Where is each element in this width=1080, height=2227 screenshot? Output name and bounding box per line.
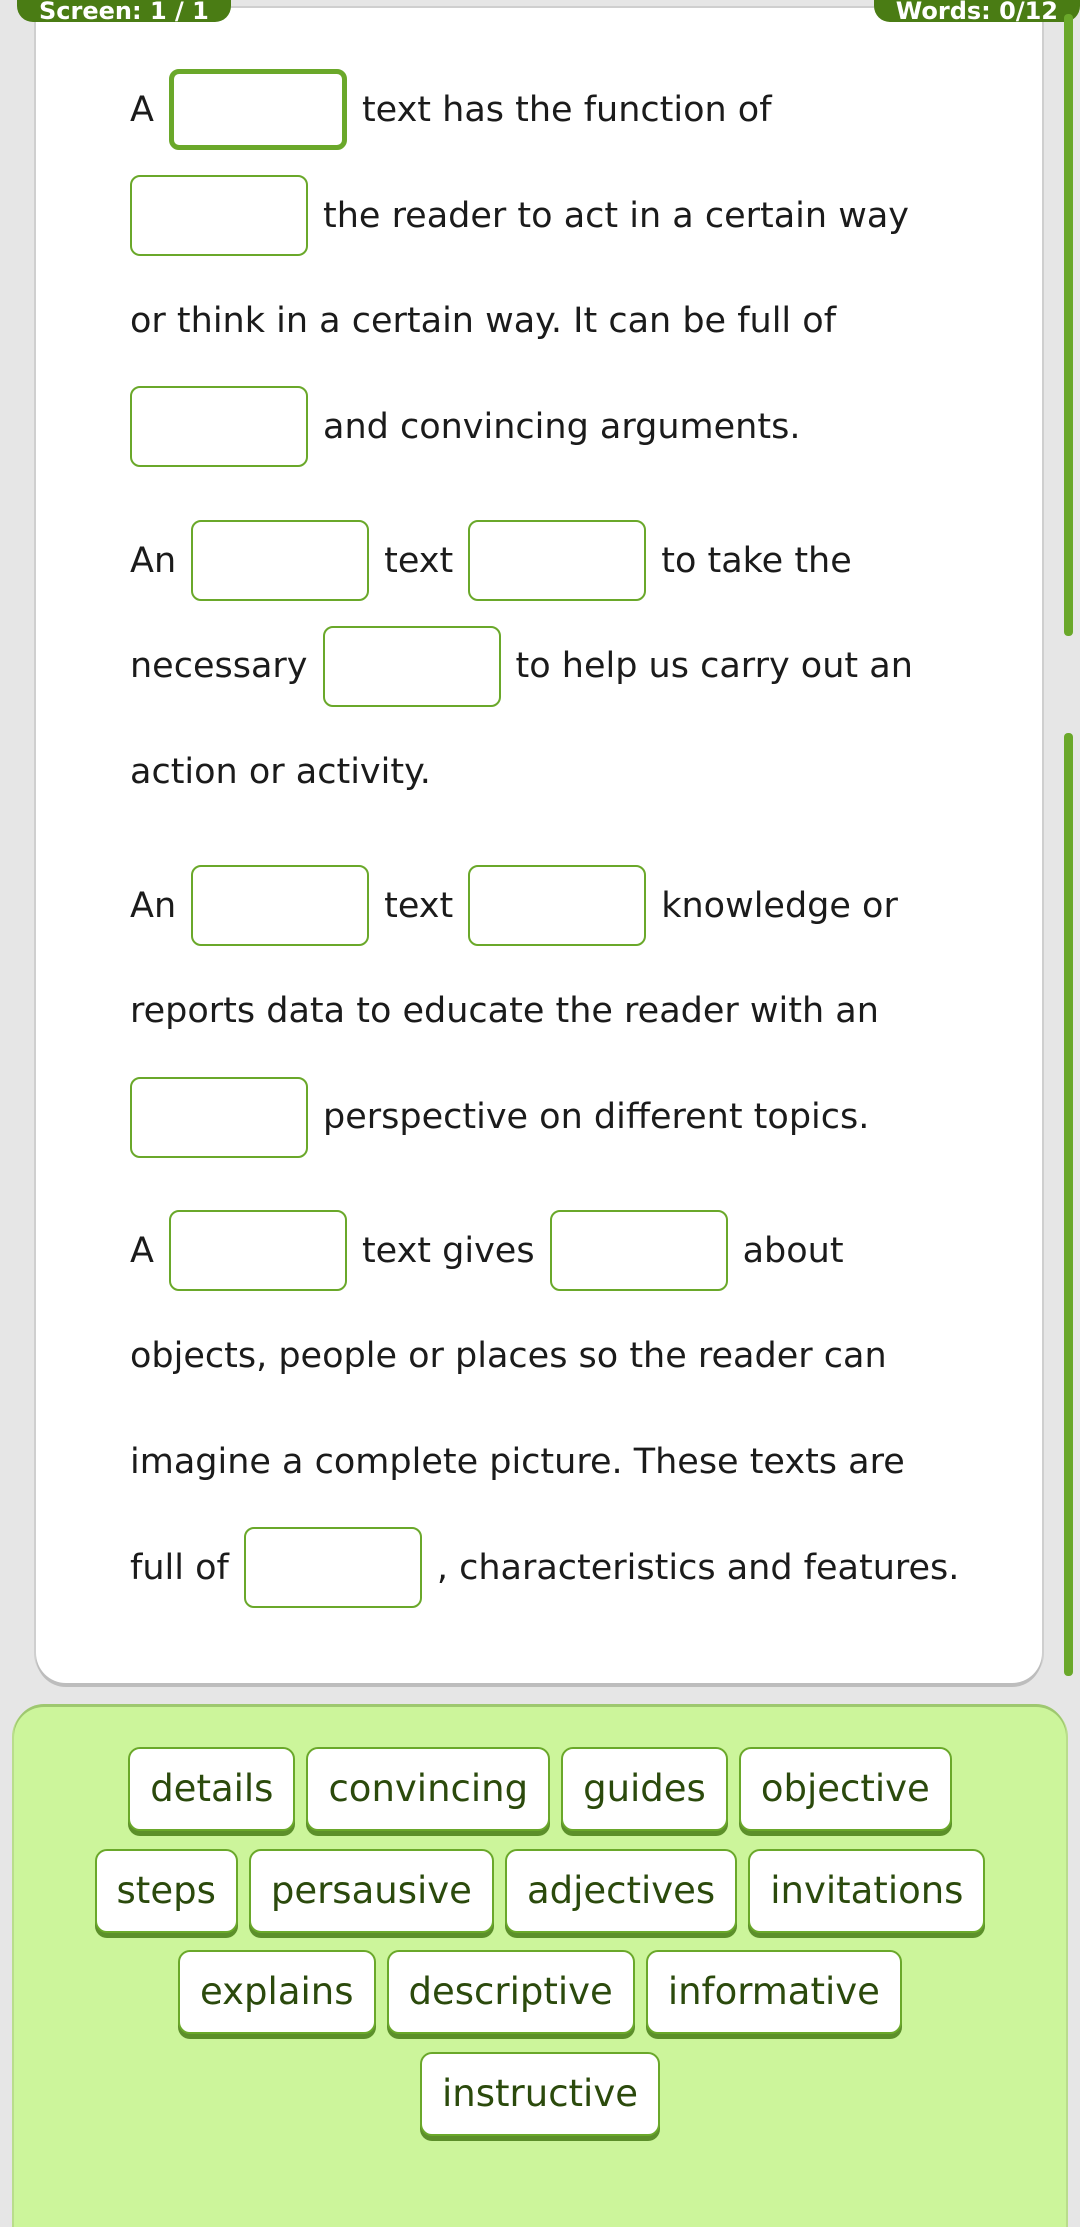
- passage-text-segment: text gives: [361, 1230, 535, 1271]
- passage-text-segment: to help us carry out an: [515, 646, 913, 687]
- passage-text-segment: A: [130, 89, 154, 130]
- passage-text-segment: An: [130, 540, 177, 581]
- passage-text-segment: to take the: [661, 540, 852, 581]
- answer-blank-active[interactable]: [168, 69, 347, 151]
- passage-text-segment: and convincing arguments.: [323, 406, 801, 447]
- answer-blank[interactable]: [549, 1210, 728, 1292]
- answer-blank[interactable]: [191, 865, 370, 947]
- word-bank-row: details convincing guides objective: [14, 1747, 1066, 1849]
- passage-line: the reader to act in a certain way: [130, 163, 974, 269]
- word-chip-convincing[interactable]: convincing: [306, 1747, 551, 1831]
- passage-line: necessary to help us carry out an: [130, 613, 974, 719]
- word-chip-informative[interactable]: informative: [645, 1950, 902, 2034]
- word-chip-adjectives[interactable]: adjectives: [504, 1848, 738, 1933]
- passage-line: Atext has the function of: [130, 57, 974, 163]
- passage-text-segment: or think in a certain way. It can be ful…: [130, 301, 837, 342]
- answer-blank[interactable]: [322, 625, 501, 707]
- word-bank-row: instructive: [14, 2051, 1066, 2154]
- passage-line: full of , characteristics and features.: [130, 1515, 974, 1621]
- passage-line: An text to take the: [130, 508, 974, 614]
- passage-text-segment: An: [130, 885, 177, 926]
- answer-blank[interactable]: [168, 1210, 347, 1292]
- passage-text-segment: about: [742, 1230, 844, 1271]
- passage-text-segment: necessary: [130, 646, 308, 687]
- answer-blank[interactable]: [191, 520, 370, 602]
- word-chip-details[interactable]: details: [128, 1747, 296, 1831]
- answer-blank[interactable]: [468, 865, 647, 947]
- word-chip-descriptive[interactable]: descriptive: [386, 1950, 635, 2034]
- passage-text-segment: knowledge or: [661, 885, 898, 926]
- passage-line: Atext gives about: [130, 1198, 974, 1304]
- passage-text-segment: imagine a complete picture. These texts …: [130, 1442, 905, 1483]
- words-counter-badge: Words: 0/12: [873, 0, 1080, 25]
- passage-text-segment: reports data to educate the reader with …: [130, 991, 879, 1032]
- answer-blank[interactable]: [468, 520, 647, 602]
- passage-line: An text knowledge or: [130, 853, 974, 959]
- passage-line: or think in a certain way. It can be ful…: [130, 268, 974, 374]
- passage-text: Atext has the function of the reader to a…: [130, 57, 974, 1621]
- word-chip-steps[interactable]: steps: [94, 1848, 238, 1933]
- word-chip-explains[interactable]: explains: [178, 1950, 376, 2034]
- passage-line: action or activity.: [130, 719, 974, 825]
- scrollbar-thumb[interactable]: [1064, 733, 1073, 1676]
- passage-text-segment: full of: [130, 1547, 229, 1588]
- word-chip-invitations[interactable]: invitations: [748, 1848, 986, 1933]
- passage-text-segment: perspective on different topics.: [323, 1097, 870, 1138]
- answer-blank[interactable]: [130, 386, 308, 468]
- passage-line: reports data to educate the reader with …: [130, 959, 974, 1065]
- screen-counter-badge: Screen: 1 / 1: [17, 0, 231, 25]
- passage-text-segment: the reader to act in a certain way: [323, 195, 909, 236]
- word-chip-persausive[interactable]: persausive: [248, 1848, 494, 1933]
- word-bank-row: steps persausive adjectives invitations: [14, 1848, 1066, 1951]
- word-chip-instructive[interactable]: instructive: [420, 2051, 660, 2136]
- word-chip-objective[interactable]: objective: [738, 1747, 952, 1831]
- word-chip-guides[interactable]: guides: [561, 1747, 728, 1831]
- passage-line: perspective on different topics.: [130, 1064, 974, 1170]
- passage-text-segment: action or activity.: [130, 751, 431, 792]
- answer-blank[interactable]: [130, 175, 308, 257]
- passage-text-segment: text has the function of: [361, 89, 772, 130]
- passage-text-segment: text: [384, 540, 454, 581]
- word-bank: details convincing guides objective steps per…: [14, 1707, 1066, 2227]
- answer-blank[interactable]: [130, 1076, 308, 1158]
- passage-text-segment: text: [384, 885, 454, 926]
- exercise-card: Screen: 1 / 1 Words: 0/12 Atext has the …: [17, 0, 1080, 1683]
- passage-text-segment: , characteristics and features.: [436, 1547, 960, 1588]
- scrollbar-track-upper[interactable]: [1064, 14, 1073, 636]
- answer-blank[interactable]: [243, 1527, 422, 1609]
- passage-line: and convincing arguments.: [130, 374, 974, 480]
- passage-text-segment: objects, people or places so the reader …: [130, 1336, 887, 1377]
- passage-text-segment: A: [130, 1230, 154, 1271]
- passage-line: objects, people or places so the reader …: [130, 1304, 974, 1410]
- word-bank-row: explains descriptive informative: [14, 1950, 1066, 2052]
- passage-line: imagine a complete picture. These texts …: [130, 1409, 974, 1515]
